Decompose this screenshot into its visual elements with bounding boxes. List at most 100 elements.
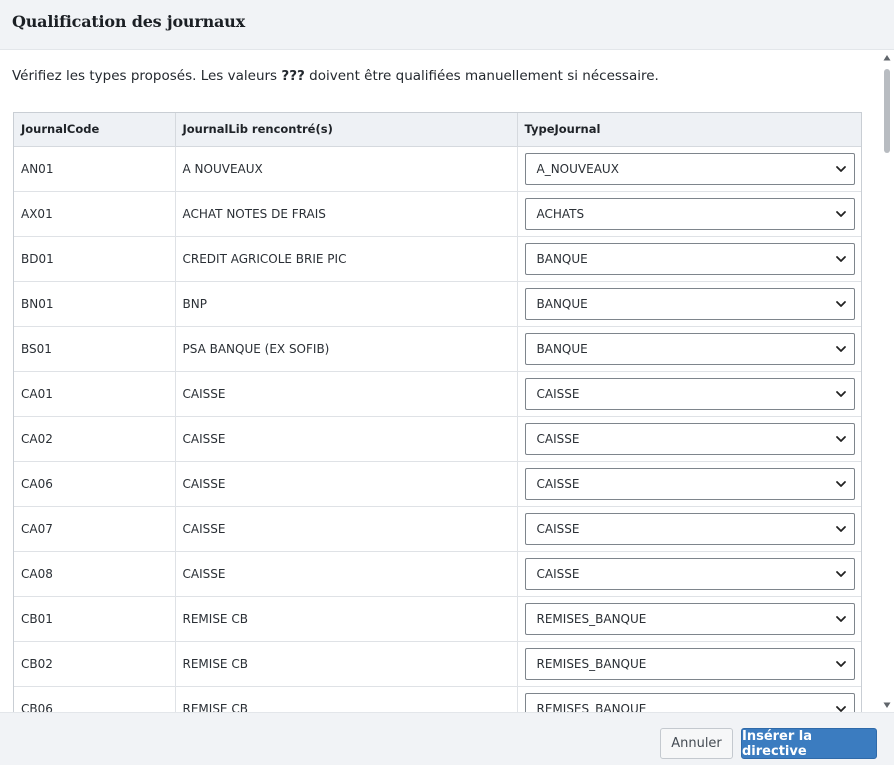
type-journal-select[interactable]: CAISSE xyxy=(524,377,855,410)
type-journal-value: A_NOUVEAUX xyxy=(536,161,619,176)
type-journal-select[interactable]: REMISES_BANQUE xyxy=(524,692,855,713)
type-journal-value: BANQUE xyxy=(536,341,588,356)
journal-lib-cell: A NOUVEAUX xyxy=(175,146,518,192)
type-journal-value: CAISSE xyxy=(536,431,580,446)
type-journal-cell: A_NOUVEAUX xyxy=(517,146,861,192)
table-row: CA07 CAISSE CAISSE xyxy=(14,506,861,552)
vertical-scrollbar[interactable] xyxy=(880,51,894,712)
type-journal-select[interactable]: BANQUE xyxy=(524,242,855,275)
type-journal-cell: REMISES_BANQUE xyxy=(517,686,861,713)
column-header-typejournal: TypeJournal xyxy=(517,113,861,147)
table-row: CB02 REMISE CB REMISES_BANQUE xyxy=(14,641,861,687)
type-journal-value: CAISSE xyxy=(536,521,580,536)
type-journal-value: REMISES_BANQUE xyxy=(536,656,647,671)
type-journal-value: BANQUE xyxy=(536,251,588,266)
type-journal-cell: CAISSE xyxy=(517,461,861,507)
type-journal-select[interactable]: BANQUE xyxy=(524,332,855,365)
chevron-down-icon xyxy=(835,165,846,172)
chevron-down-icon xyxy=(835,345,846,352)
table-row: BD01 CREDIT AGRICOLE BRIE PIC BANQUE xyxy=(14,236,861,282)
chevron-down-icon xyxy=(835,615,846,622)
table-row: BN01 BNP BANQUE xyxy=(14,281,861,327)
scroll-up-arrow-icon[interactable] xyxy=(883,54,891,62)
type-journal-select[interactable]: A_NOUVEAUX xyxy=(524,152,855,185)
type-journal-value: REMISES_BANQUE xyxy=(536,701,647,713)
cancel-button[interactable]: Annuler xyxy=(660,728,733,759)
chevron-down-icon xyxy=(835,390,846,397)
chevron-down-icon xyxy=(835,705,846,712)
type-journal-cell: CAISSE xyxy=(517,416,861,462)
dialog-body: Vérifiez les types proposés. Les valeurs… xyxy=(0,51,880,712)
journals-table-container: JournalCode JournalLib rencontré(s) Type… xyxy=(13,112,862,712)
dialog-footer: Annuler Insérer la directive xyxy=(0,712,894,765)
insert-directive-button[interactable]: Insérer la directive xyxy=(741,728,877,759)
chevron-down-icon xyxy=(835,255,846,262)
type-journal-select[interactable]: ACHATS xyxy=(524,197,855,230)
type-journal-value: CAISSE xyxy=(536,476,580,491)
type-journal-value: BANQUE xyxy=(536,296,588,311)
journal-code-cell: AN01 xyxy=(14,146,176,192)
type-journal-select[interactable]: BANQUE xyxy=(524,287,855,320)
type-journal-value: REMISES_BANQUE xyxy=(536,611,647,626)
type-journal-cell: REMISES_BANQUE xyxy=(517,596,861,642)
type-journal-cell: REMISES_BANQUE xyxy=(517,641,861,687)
journal-lib-cell: CAISSE xyxy=(175,461,518,507)
type-journal-value: ACHATS xyxy=(536,206,585,221)
type-journal-cell: CAISSE xyxy=(517,371,861,417)
column-header-journallib: JournalLib rencontré(s) xyxy=(175,113,518,147)
type-journal-cell: BANQUE xyxy=(517,281,861,327)
journal-lib-cell: PSA BANQUE (EX SOFIB) xyxy=(175,326,518,372)
scroll-down-arrow-icon[interactable] xyxy=(883,701,891,709)
type-journal-select[interactable]: CAISSE xyxy=(524,467,855,500)
journal-lib-cell: CAISSE xyxy=(175,416,518,462)
journal-lib-cell: CAISSE xyxy=(175,371,518,417)
instructions-after: doivent être qualifiées manuellement si … xyxy=(304,68,659,84)
chevron-down-icon xyxy=(835,210,846,217)
journal-code-cell: BS01 xyxy=(14,326,176,372)
type-journal-select[interactable]: CAISSE xyxy=(524,557,855,590)
scrollbar-thumb[interactable] xyxy=(884,69,890,153)
table-row: CB01 REMISE CB REMISES_BANQUE xyxy=(14,596,861,642)
chevron-down-icon xyxy=(835,660,846,667)
type-journal-select[interactable]: REMISES_BANQUE xyxy=(524,602,855,635)
instructions-text: Vérifiez les types proposés. Les valeurs… xyxy=(12,68,659,84)
table-row: AX01 ACHAT NOTES DE FRAIS ACHATS xyxy=(14,191,861,237)
journal-lib-cell: ACHAT NOTES DE FRAIS xyxy=(175,191,518,237)
journal-code-cell: CB06 xyxy=(14,686,176,712)
type-journal-cell: ACHATS xyxy=(517,191,861,237)
table-row: CB06 REMISE CB REMISES_BANQUE xyxy=(14,686,861,713)
journal-lib-cell: REMISE CB xyxy=(175,686,518,712)
table-row: CA06 CAISSE CAISSE xyxy=(14,461,861,507)
type-journal-cell: CAISSE xyxy=(517,551,861,597)
chevron-down-icon xyxy=(835,525,846,532)
journal-code-cell: CA07 xyxy=(14,506,176,552)
journal-code-cell: CA01 xyxy=(14,371,176,417)
type-journal-cell: BANQUE xyxy=(517,236,861,282)
dialog-header: Qualification des journaux xyxy=(0,0,894,50)
type-journal-select[interactable]: CAISSE xyxy=(524,512,855,545)
table-row: BS01 PSA BANQUE (EX SOFIB) BANQUE xyxy=(14,326,861,372)
table-row: CA08 CAISSE CAISSE xyxy=(14,551,861,597)
journal-code-cell: CB01 xyxy=(14,596,176,642)
chevron-down-icon xyxy=(835,300,846,307)
type-journal-cell: BANQUE xyxy=(517,326,861,372)
journal-lib-cell: REMISE CB xyxy=(175,596,518,642)
journal-code-cell: CB02 xyxy=(14,641,176,687)
type-journal-value: CAISSE xyxy=(536,386,580,401)
journal-code-cell: AX01 xyxy=(14,191,176,237)
journals-table: JournalCode JournalLib rencontré(s) Type… xyxy=(14,113,861,713)
instructions-before: Vérifiez les types proposés. Les valeurs xyxy=(12,68,282,84)
journal-lib-cell: CAISSE xyxy=(175,551,518,597)
journal-lib-cell: CREDIT AGRICOLE BRIE PIC xyxy=(175,236,518,282)
type-journal-select[interactable]: REMISES_BANQUE xyxy=(524,647,855,680)
journal-lib-cell: CAISSE xyxy=(175,506,518,552)
chevron-down-icon xyxy=(835,570,846,577)
table-body: AN01 A NOUVEAUX A_NOUVEAUX AX01 ACHAT NOTES … xyxy=(14,146,861,713)
journal-lib-cell: REMISE CB xyxy=(175,641,518,687)
table-row: CA01 CAISSE CAISSE xyxy=(14,371,861,417)
table-header-row: JournalCode JournalLib rencontré(s) Type… xyxy=(14,113,861,147)
type-journal-select[interactable]: CAISSE xyxy=(524,422,855,455)
journal-code-cell: BN01 xyxy=(14,281,176,327)
dialog-title: Qualification des journaux xyxy=(12,12,245,31)
instructions-emphasis: ??? xyxy=(281,68,305,84)
